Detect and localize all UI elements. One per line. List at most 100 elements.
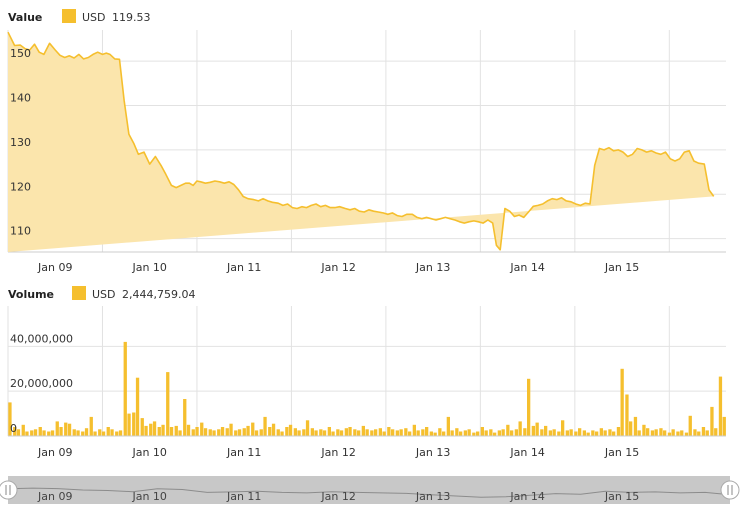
volume-bar[interactable] bbox=[98, 429, 102, 436]
volume-bar[interactable] bbox=[646, 428, 650, 436]
volume-bar[interactable] bbox=[106, 427, 110, 436]
volume-bar[interactable] bbox=[527, 378, 531, 436]
volume-bar[interactable] bbox=[64, 422, 68, 436]
volume-bar[interactable] bbox=[671, 429, 675, 436]
volume-bar[interactable] bbox=[118, 430, 123, 436]
volume-bar[interactable] bbox=[212, 430, 216, 436]
volume-bar[interactable] bbox=[76, 430, 80, 436]
volume-bar[interactable] bbox=[612, 431, 616, 437]
volume-legend-name[interactable]: USD bbox=[92, 288, 116, 301]
volume-bar[interactable] bbox=[421, 429, 425, 436]
volume-bar[interactable] bbox=[310, 428, 314, 436]
volume-bar[interactable] bbox=[89, 416, 93, 436]
volume-bar[interactable] bbox=[21, 424, 25, 436]
volume-bar[interactable] bbox=[280, 431, 284, 437]
volume-bar[interactable] bbox=[697, 431, 701, 437]
volume-bar[interactable] bbox=[361, 425, 365, 436]
volume-bar[interactable] bbox=[387, 427, 391, 436]
volume-bar[interactable] bbox=[203, 428, 208, 436]
volume-bar[interactable] bbox=[319, 429, 323, 436]
volume-bar[interactable] bbox=[144, 425, 148, 436]
volume-bar[interactable] bbox=[348, 427, 352, 436]
volume-bar[interactable] bbox=[591, 430, 595, 436]
volume-bar[interactable] bbox=[501, 429, 505, 436]
volume-bar[interactable] bbox=[480, 427, 484, 436]
volume-bar[interactable] bbox=[722, 416, 726, 436]
volume-bar[interactable] bbox=[616, 427, 621, 436]
volume-bar[interactable] bbox=[50, 430, 55, 436]
volume-bar[interactable] bbox=[548, 430, 552, 436]
volume-bar[interactable] bbox=[531, 425, 535, 436]
volume-bar[interactable] bbox=[535, 422, 539, 436]
volume-bar[interactable] bbox=[506, 424, 510, 436]
volume-bar[interactable] bbox=[353, 429, 357, 436]
volume-bar[interactable] bbox=[152, 421, 157, 436]
volume-bar[interactable] bbox=[625, 394, 629, 437]
volume-bar[interactable] bbox=[463, 430, 467, 436]
volume-bar[interactable] bbox=[331, 431, 335, 437]
volume-bar[interactable] bbox=[84, 428, 89, 436]
volume-bar[interactable] bbox=[416, 430, 420, 436]
volume-bar[interactable] bbox=[693, 429, 697, 436]
volume-bar[interactable] bbox=[268, 427, 272, 436]
volume-bar[interactable] bbox=[344, 428, 348, 436]
volume-bar[interactable] bbox=[123, 341, 127, 436]
volume-bar[interactable] bbox=[429, 431, 433, 437]
volume-bar[interactable] bbox=[493, 432, 497, 436]
volume-bar[interactable] bbox=[642, 424, 646, 436]
volume-bar[interactable] bbox=[663, 430, 667, 436]
volume-bar[interactable] bbox=[582, 430, 586, 436]
volume-bar[interactable] bbox=[705, 430, 709, 436]
volume-bar[interactable] bbox=[599, 428, 603, 436]
volume-bar[interactable] bbox=[217, 429, 221, 436]
volume-bar[interactable] bbox=[637, 430, 641, 436]
volume-bar[interactable] bbox=[110, 429, 114, 436]
volume-bar[interactable] bbox=[391, 429, 395, 436]
volume-bar[interactable] bbox=[382, 431, 386, 437]
volume-bar[interactable] bbox=[442, 431, 446, 437]
volume-bar[interactable] bbox=[497, 430, 501, 436]
volume-bar[interactable] bbox=[544, 425, 548, 436]
volume-bar[interactable] bbox=[412, 424, 416, 436]
volume-bar[interactable] bbox=[25, 431, 29, 437]
volume-bar[interactable] bbox=[115, 431, 119, 437]
volume-bar[interactable] bbox=[603, 430, 607, 436]
volume-bar[interactable] bbox=[455, 428, 459, 436]
volume-bar[interactable] bbox=[263, 416, 267, 436]
volume-bar[interactable] bbox=[285, 427, 289, 436]
volume-bar[interactable] bbox=[140, 418, 144, 436]
volume-bar[interactable] bbox=[271, 423, 276, 436]
volume-bar[interactable] bbox=[467, 429, 471, 436]
volume-bar[interactable] bbox=[72, 429, 76, 436]
volume-bar[interactable] bbox=[200, 422, 204, 436]
volume-bar[interactable] bbox=[357, 430, 361, 436]
volume-bar[interactable] bbox=[595, 431, 599, 437]
volume-bar[interactable] bbox=[684, 432, 689, 436]
volume-bar[interactable] bbox=[433, 432, 437, 436]
volume-bar[interactable] bbox=[254, 430, 259, 436]
volume-bar[interactable] bbox=[157, 427, 161, 436]
volume-bar[interactable] bbox=[169, 427, 174, 436]
volume-bar[interactable] bbox=[166, 372, 170, 436]
volume-bar[interactable] bbox=[633, 416, 638, 436]
volume-bar[interactable] bbox=[565, 430, 569, 436]
volume-bar[interactable] bbox=[322, 430, 327, 436]
volume-bar[interactable] bbox=[336, 429, 340, 436]
navigator-handle-left[interactable] bbox=[0, 480, 18, 500]
volume-bar[interactable] bbox=[680, 430, 684, 436]
volume-bar[interactable] bbox=[33, 429, 38, 436]
volume-bar[interactable] bbox=[47, 431, 51, 437]
volume-bar[interactable] bbox=[523, 428, 527, 436]
volume-bar[interactable] bbox=[30, 430, 34, 436]
volume-bar[interactable] bbox=[178, 430, 182, 436]
volume-bar[interactable] bbox=[701, 427, 706, 436]
volume-bar[interactable] bbox=[234, 430, 238, 436]
volume-bar[interactable] bbox=[714, 428, 718, 436]
volume-bar[interactable] bbox=[518, 421, 522, 436]
volume-bar[interactable] bbox=[408, 431, 412, 437]
volume-bar[interactable] bbox=[38, 427, 42, 436]
navigator[interactable]: Jan 09 Jan 10 Jan 11 Jan 12 Jan 13 Jan 14 Jan … bbox=[0, 476, 740, 504]
volume-bar[interactable] bbox=[297, 430, 301, 436]
volume-bar[interactable] bbox=[459, 431, 463, 437]
volume-bar[interactable] bbox=[127, 413, 131, 436]
